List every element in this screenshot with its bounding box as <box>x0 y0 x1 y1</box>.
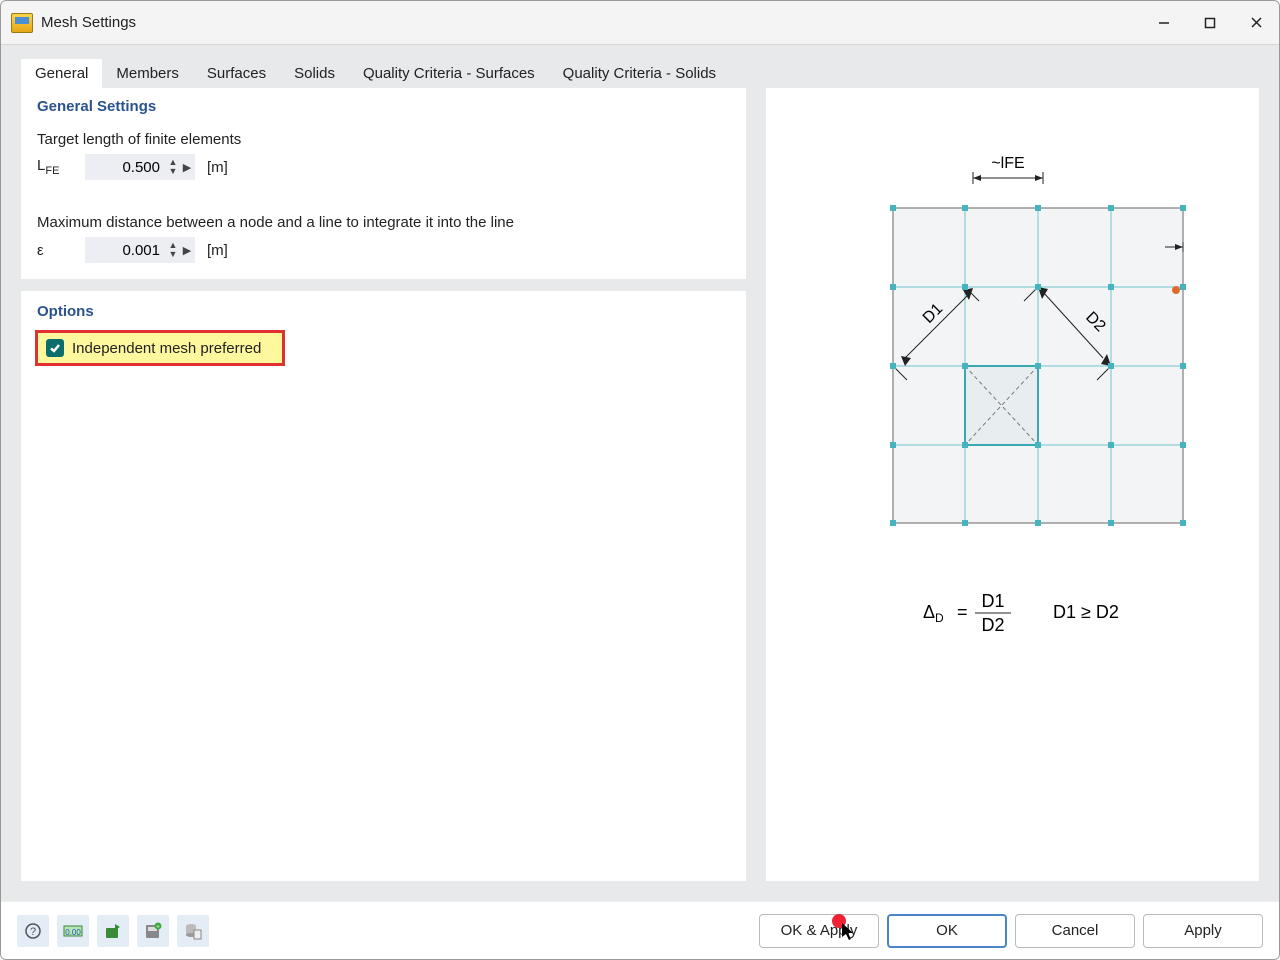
maximize-button[interactable] <box>1187 1 1233 45</box>
general-settings-panel: General Settings Target length of finite… <box>21 88 746 279</box>
maxdist-label: Maximum distance between a node and a li… <box>35 186 732 235</box>
svg-text:ΔD: ΔD <box>923 602 944 625</box>
app-icon <box>11 13 33 33</box>
tab-surfaces[interactable]: Surfaces <box>193 59 280 88</box>
apply-button[interactable]: Apply <box>1143 914 1263 948</box>
window-title: Mesh Settings <box>41 14 136 31</box>
tab-quality-criteria-surfaces[interactable]: Quality Criteria - Surfaces <box>349 59 549 88</box>
options-panel: Options Independent mesh preferred <box>21 291 746 881</box>
maxdist-unit: [m] <box>207 242 228 259</box>
maxdist-spin-icon[interactable]: ▲▼ <box>166 241 180 259</box>
svg-text:D1: D1 <box>981 591 1004 611</box>
target-length-spin-icon[interactable]: ▲▼ <box>166 158 180 176</box>
maxdist-field[interactable] <box>86 240 166 261</box>
maxdist-symbol: ε <box>37 242 79 259</box>
tab-quality-criteria-solids[interactable]: Quality Criteria - Solids <box>549 59 730 88</box>
maxdist-input[interactable]: ▲▼ ▶ <box>85 237 195 263</box>
svg-text:?: ? <box>30 926 36 938</box>
svg-text:D1 ≥ D2: D1 ≥ D2 <box>1053 602 1119 622</box>
tab-members[interactable]: Members <box>102 59 193 88</box>
svg-text:0.00: 0.00 <box>65 928 81 937</box>
independent-mesh-label: Independent mesh preferred <box>72 340 261 357</box>
units-icon[interactable]: 0.00 <box>57 915 89 947</box>
database-icon[interactable] <box>177 915 209 947</box>
ok-apply-button[interactable]: OK & Apply <box>759 914 879 948</box>
close-button[interactable] <box>1233 1 1279 45</box>
general-settings-title: General Settings <box>35 98 732 121</box>
help-icon[interactable]: ? <box>17 915 49 947</box>
svg-text:+: + <box>156 924 160 930</box>
minimize-button[interactable] <box>1141 1 1187 45</box>
tabstrip: GeneralMembersSurfacesSolidsQuality Crit… <box>1 45 1279 88</box>
target-length-unit: [m] <box>207 159 228 176</box>
preview-panel: ~lFE <box>766 88 1259 881</box>
target-length-flyout-icon[interactable]: ▶ <box>180 161 194 174</box>
target-length-label: Target length of finite elements <box>35 121 732 152</box>
ok-button[interactable]: OK <box>887 914 1007 948</box>
target-length-input[interactable]: ▲▼ ▶ <box>85 154 195 180</box>
tab-general[interactable]: General <box>21 59 102 88</box>
mesh-diagram: ~lFE <box>833 148 1193 668</box>
target-length-field[interactable] <box>86 157 166 178</box>
save-as-icon[interactable]: + <box>137 915 169 947</box>
svg-text:D2: D2 <box>981 615 1004 635</box>
titlebar: Mesh Settings <box>1 1 1279 45</box>
cancel-button[interactable]: Cancel <box>1015 914 1135 948</box>
svg-text:~lFE: ~lFE <box>991 155 1024 172</box>
svg-text:=: = <box>957 602 968 622</box>
target-length-symbol: LFE <box>37 157 79 177</box>
mesh-settings-window: Mesh Settings GeneralMembersSurfacesSoli… <box>0 0 1280 960</box>
options-title: Options <box>35 303 732 326</box>
tab-solids[interactable]: Solids <box>280 59 349 88</box>
independent-mesh-row[interactable]: Independent mesh preferred <box>35 330 285 366</box>
import-icon[interactable] <box>97 915 129 947</box>
independent-mesh-checkbox[interactable] <box>46 339 64 357</box>
footer: ? 0.00 + OK & Apply OK Cancel Apply <box>1 901 1279 959</box>
maxdist-flyout-icon[interactable]: ▶ <box>180 244 194 257</box>
